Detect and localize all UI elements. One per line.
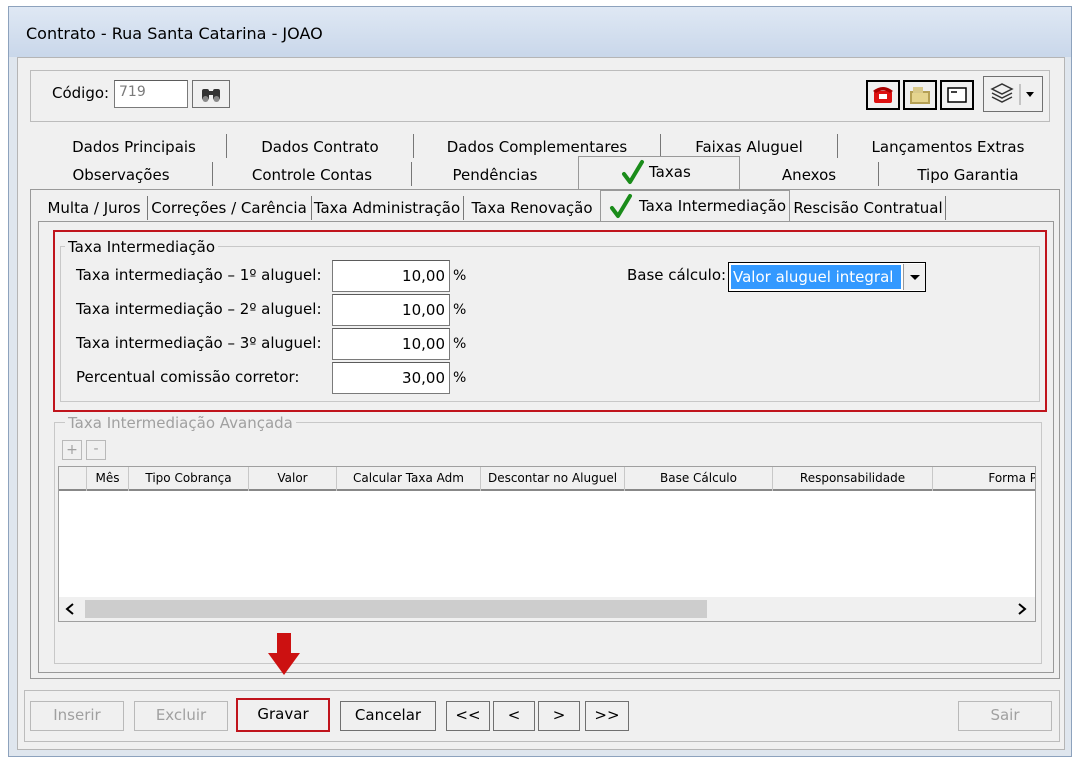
tab-separator: [226, 134, 227, 158]
phone-button[interactable]: [866, 80, 900, 110]
tab-observacoes[interactable]: Observações: [30, 166, 212, 184]
tab-taxas-label: Taxas: [649, 163, 691, 181]
codigo-input[interactable]: 719: [114, 80, 188, 108]
arrow-down-icon: [268, 633, 300, 675]
grid: Mês Tipo Cobrança Valor Calcular Taxa Ad…: [58, 466, 1036, 622]
next-record-button[interactable]: >: [538, 701, 580, 731]
tab-separator: [212, 162, 213, 186]
tab-controle-contas[interactable]: Controle Contas: [214, 166, 410, 184]
tab-separator: [660, 134, 661, 158]
window-icon: [947, 87, 967, 103]
col-forma[interactable]: Forma P: [933, 467, 1035, 491]
subtab-rescisao-contratual[interactable]: Rescisão Contratual: [792, 199, 944, 217]
subtab-taxa-administracao[interactable]: Taxa Administração: [313, 199, 461, 217]
tab-dados-complementares[interactable]: Dados Complementares: [415, 138, 659, 156]
taxa-1-input[interactable]: 10,00: [332, 260, 450, 292]
scrollbar-thumb[interactable]: [85, 600, 707, 618]
prev-record-button[interactable]: <: [493, 701, 535, 731]
col-tipo-cobranca[interactable]: Tipo Cobrança: [129, 467, 249, 491]
col-mes[interactable]: Mês: [87, 467, 129, 491]
taxa-3-input[interactable]: 10,00: [332, 328, 450, 360]
add-row-button[interactable]: +: [62, 440, 82, 460]
tab-separator: [147, 196, 148, 220]
tab-separator: [411, 162, 412, 186]
tab-separator: [463, 196, 464, 220]
binoculars-icon: [202, 89, 220, 102]
col-responsabilidade[interactable]: Responsabilidade: [773, 467, 933, 491]
scroll-left-icon[interactable]: [63, 601, 77, 617]
col-calcular-taxa-adm[interactable]: Calcular Taxa Adm: [337, 467, 481, 491]
taxa-2-label: Taxa intermediação – 2º aluguel:: [76, 300, 322, 318]
folder-button[interactable]: [903, 80, 937, 110]
base-calculo-select[interactable]: Valor aluguel integral: [728, 262, 926, 292]
codigo-label: Código:: [52, 84, 110, 102]
dropdown-button[interactable]: [903, 264, 925, 290]
col-base-calculo[interactable]: Base Cálculo: [625, 467, 773, 491]
window-title: Contrato - Rua Santa Catarina - JOAO: [26, 24, 323, 43]
check-icon: [610, 194, 632, 218]
tab-pendencias[interactable]: Pendências: [413, 166, 577, 184]
chevron-down-icon: [910, 275, 920, 280]
subtab-taxa-renovacao[interactable]: Taxa Renovação: [465, 199, 599, 217]
layers-icon: [990, 83, 1034, 105]
window-button[interactable]: [940, 80, 974, 110]
excluir-button[interactable]: Excluir: [134, 701, 228, 731]
tab-dados-contrato[interactable]: Dados Contrato: [228, 138, 412, 156]
comissao-label: Percentual comissão corretor:: [76, 368, 300, 386]
subtab-taxa-intermediacao[interactable]: Taxa Intermediação: [600, 190, 790, 222]
subtab-correcoes-carencia[interactable]: Correções / Carência: [149, 199, 309, 217]
horizontal-scrollbar[interactable]: [59, 597, 1035, 621]
gravar-button[interactable]: Gravar: [240, 701, 326, 729]
phone-icon: [873, 87, 893, 103]
tab-lancamentos-extras[interactable]: Lançamentos Extras: [839, 138, 1057, 156]
scroll-right-icon[interactable]: [1015, 601, 1029, 617]
layers-dropdown-button[interactable]: [983, 76, 1043, 112]
tab-separator: [945, 196, 946, 220]
tab-separator: [311, 196, 312, 220]
base-calculo-value: Valor aluguel integral: [731, 265, 901, 289]
tab-separator: [413, 134, 414, 158]
col-valor[interactable]: Valor: [249, 467, 337, 491]
tab-anexos[interactable]: Anexos: [742, 166, 876, 184]
inserir-button[interactable]: Inserir: [30, 701, 124, 731]
tab-taxas[interactable]: Taxas: [578, 156, 740, 190]
search-button[interactable]: [192, 80, 230, 108]
taxa-3-label: Taxa intermediação – 3º aluguel:: [76, 334, 322, 352]
subtab-taxa-intermediacao-label: Taxa Intermediação: [639, 197, 786, 215]
tab-dados-principais[interactable]: Dados Principais: [42, 138, 226, 156]
taxa-1-unit: %: [453, 268, 467, 284]
last-record-button[interactable]: >>: [585, 701, 629, 731]
tab-tipo-garantia[interactable]: Tipo Garantia: [880, 166, 1056, 184]
comissao-input[interactable]: 30,00: [332, 362, 450, 394]
group-title-avancada: Taxa Intermediação Avançada: [65, 414, 296, 432]
taxa-1-label: Taxa intermediação – 1º aluguel:: [76, 266, 322, 284]
first-record-button[interactable]: <<: [446, 701, 490, 731]
folder-icon: [910, 87, 930, 104]
tab-separator: [837, 134, 838, 158]
base-calculo-label: Base cálculo:: [627, 266, 727, 284]
taxa-2-unit: %: [453, 302, 467, 318]
tab-faixas-aluguel[interactable]: Faixas Aluguel: [662, 138, 836, 156]
group-title: Taxa Intermediação: [65, 238, 218, 256]
col-descontar-no-aluguel[interactable]: Descontar no Aluguel: [481, 467, 625, 491]
cancelar-button[interactable]: Cancelar: [340, 701, 436, 731]
tab-separator: [878, 162, 879, 186]
remove-row-button[interactable]: -: [86, 440, 106, 460]
sair-button[interactable]: Sair: [958, 701, 1052, 731]
subtab-multa-juros[interactable]: Multa / Juros: [42, 199, 146, 217]
taxa-2-input[interactable]: 10,00: [332, 294, 450, 326]
check-icon: [622, 160, 644, 184]
comissao-unit: %: [453, 370, 467, 386]
grid-indicator-col: [59, 467, 87, 491]
taxa-3-unit: %: [453, 336, 467, 352]
